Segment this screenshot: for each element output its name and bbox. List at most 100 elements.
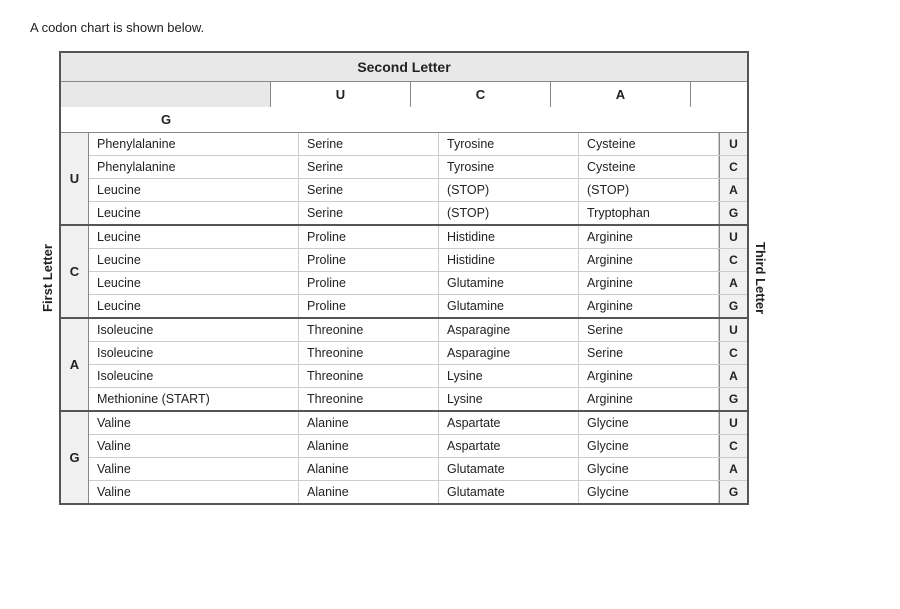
- table-row: IsoleucineThreonineAsparagineSerineU: [89, 319, 747, 342]
- data-cell: Phenylalanine: [89, 133, 299, 155]
- group-inner-U: PhenylalanineSerineTyrosineCysteineUPhen…: [89, 133, 747, 224]
- table-row: IsoleucineThreonineAsparagineSerineC: [89, 342, 747, 365]
- data-cell: Leucine: [89, 295, 299, 317]
- data-cell: Tyrosine: [439, 133, 579, 155]
- data-cell: Lysine: [439, 365, 579, 387]
- data-cell: Methionine (START): [89, 388, 299, 410]
- data-cell: Glutamate: [439, 458, 579, 480]
- table-row: LeucineProlineGlutamineArginineA: [89, 272, 747, 295]
- first-letter-label: First Letter: [40, 118, 55, 438]
- first-letter-cell-G: G: [61, 412, 89, 503]
- third-letter-cell-U: U: [719, 319, 747, 341]
- second-letter-header: Second Letter: [61, 53, 747, 82]
- table-row: PhenylalanineSerineTyrosineCysteineC: [89, 156, 747, 179]
- row-group-C: CLeucineProlineHistidineArginineULeucine…: [61, 226, 747, 319]
- intro-text: A codon chart is shown below.: [30, 20, 870, 35]
- col-header-c: C: [411, 82, 551, 107]
- data-cell: Proline: [299, 272, 439, 294]
- data-cell: Leucine: [89, 179, 299, 201]
- data-cell: Proline: [299, 295, 439, 317]
- third-letter-cell-A: A: [719, 458, 747, 480]
- table-row: LeucineProlineHistidineArginineU: [89, 226, 747, 249]
- data-cell: Leucine: [89, 272, 299, 294]
- first-letter-cell-C: C: [61, 226, 89, 317]
- table-row: PhenylalanineSerineTyrosineCysteineU: [89, 133, 747, 156]
- data-rows: UPhenylalanineSerineTyrosineCysteineUPhe…: [61, 133, 747, 503]
- data-cell: Aspartate: [439, 435, 579, 457]
- data-cell: Leucine: [89, 249, 299, 271]
- row-group-U: UPhenylalanineSerineTyrosineCysteineUPhe…: [61, 133, 747, 226]
- col-header-u: U: [271, 82, 411, 107]
- third-letter-cell-U: U: [719, 412, 747, 434]
- data-cell: Tryptophan: [579, 202, 719, 224]
- data-cell: Arginine: [579, 388, 719, 410]
- data-cell: Glycine: [579, 481, 719, 503]
- data-cell: Asparagine: [439, 319, 579, 341]
- third-letter-cell-G: G: [719, 388, 747, 410]
- col-header-empty: [61, 82, 271, 107]
- data-cell: Arginine: [579, 295, 719, 317]
- first-letter-cell-U: U: [61, 133, 89, 224]
- data-cell: Cysteine: [579, 133, 719, 155]
- row-group-A: AIsoleucineThreonineAsparagineSerineUIso…: [61, 319, 747, 412]
- data-cell: Glycine: [579, 458, 719, 480]
- table-row: ValineAlanineAspartateGlycineU: [89, 412, 747, 435]
- data-cell: Serine: [579, 342, 719, 364]
- data-cell: Arginine: [579, 365, 719, 387]
- data-cell: Valine: [89, 412, 299, 434]
- data-cell: Isoleucine: [89, 342, 299, 364]
- data-cell: Serine: [299, 156, 439, 178]
- third-letter-cell-A: A: [719, 365, 747, 387]
- third-letter-cell-C: C: [719, 342, 747, 364]
- data-cell: Glutamate: [439, 481, 579, 503]
- table-row: LeucineProlineHistidineArginineC: [89, 249, 747, 272]
- table-row: IsoleucineThreonineLysineArginineA: [89, 365, 747, 388]
- data-cell: Lysine: [439, 388, 579, 410]
- table-row: Methionine (START)ThreonineLysineArginin…: [89, 388, 747, 410]
- data-cell: Arginine: [579, 226, 719, 248]
- third-letter-label: Third Letter: [753, 242, 768, 314]
- group-inner-C: LeucineProlineHistidineArginineULeucineP…: [89, 226, 747, 317]
- data-cell: Valine: [89, 481, 299, 503]
- data-cell: Phenylalanine: [89, 156, 299, 178]
- third-letter-cell-G: G: [719, 295, 747, 317]
- third-letter-cell-C: C: [719, 156, 747, 178]
- data-cell: Serine: [299, 133, 439, 155]
- group-inner-A: IsoleucineThreonineAsparagineSerineUIsol…: [89, 319, 747, 410]
- data-cell: Alanine: [299, 412, 439, 434]
- data-cell: Threonine: [299, 342, 439, 364]
- col-headers-row: U C A G: [61, 82, 747, 133]
- data-cell: Alanine: [299, 435, 439, 457]
- group-inner-G: ValineAlanineAspartateGlycineUValineAlan…: [89, 412, 747, 503]
- table-row: ValineAlanineGlutamateGlycineG: [89, 481, 747, 503]
- third-letter-cell-U: U: [719, 226, 747, 248]
- third-letter-cell-C: C: [719, 249, 747, 271]
- data-cell: Serine: [299, 202, 439, 224]
- data-cell: Isoleucine: [89, 365, 299, 387]
- data-cell: Asparagine: [439, 342, 579, 364]
- table-row: ValineAlanineAspartateGlycineC: [89, 435, 747, 458]
- data-cell: Serine: [299, 179, 439, 201]
- data-cell: Valine: [89, 458, 299, 480]
- data-cell: Leucine: [89, 202, 299, 224]
- data-cell: Tyrosine: [439, 156, 579, 178]
- col-header-a: A: [551, 82, 691, 107]
- data-cell: Glutamine: [439, 295, 579, 317]
- third-letter-cell-U: U: [719, 133, 747, 155]
- table-row: ValineAlanineGlutamateGlycineA: [89, 458, 747, 481]
- data-cell: Proline: [299, 249, 439, 271]
- codon-table: Second Letter U C A G UPhenylalanineSeri…: [59, 51, 749, 505]
- data-cell: Threonine: [299, 365, 439, 387]
- data-cell: Threonine: [299, 319, 439, 341]
- data-cell: (STOP): [579, 179, 719, 201]
- data-cell: Alanine: [299, 481, 439, 503]
- table-row: LeucineProlineGlutamineArginineG: [89, 295, 747, 317]
- third-letter-cell-C: C: [719, 435, 747, 457]
- data-cell: Leucine: [89, 226, 299, 248]
- data-cell: Arginine: [579, 272, 719, 294]
- data-cell: Alanine: [299, 458, 439, 480]
- data-cell: Arginine: [579, 249, 719, 271]
- col-header-g: G: [61, 107, 271, 132]
- third-letter-cell-G: G: [719, 481, 747, 503]
- data-cell: Valine: [89, 435, 299, 457]
